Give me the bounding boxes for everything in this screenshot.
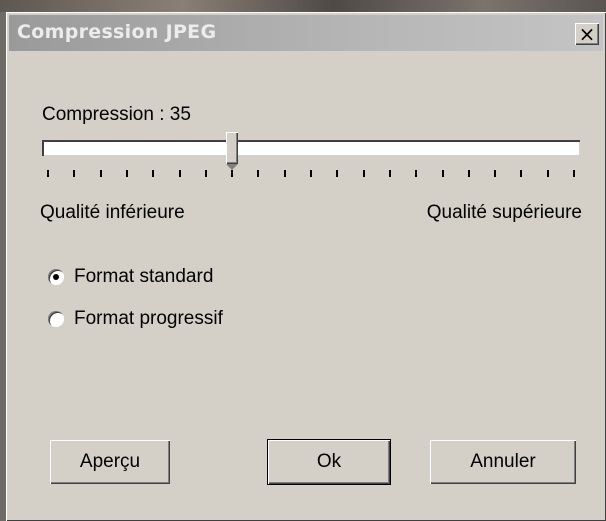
quality-low-label: Qualité inférieure bbox=[40, 202, 185, 223]
slider-tick bbox=[204, 170, 207, 177]
slider-tick bbox=[415, 170, 418, 177]
slider-tick bbox=[231, 170, 234, 177]
compression-slider-thumb[interactable] bbox=[226, 132, 239, 170]
slider-tick bbox=[47, 170, 49, 177]
slider-tick bbox=[441, 170, 444, 177]
background-strip bbox=[0, 0, 606, 12]
radio-circle-progressif[interactable] bbox=[48, 311, 64, 327]
slider-tick bbox=[388, 170, 391, 177]
radio-circle-standard[interactable] bbox=[48, 269, 64, 285]
dialog-title: Compression JPEG bbox=[17, 21, 217, 43]
slider-tick bbox=[152, 170, 155, 177]
jpeg-compression-dialog: Compression JPEG × Compression : 35 Qual… bbox=[6, 12, 606, 521]
quality-high-label: Qualité supérieure bbox=[426, 202, 582, 223]
slider-tick bbox=[73, 170, 76, 177]
compression-slider-track[interactable] bbox=[42, 140, 580, 156]
slider-tick bbox=[546, 170, 549, 177]
slider-tick bbox=[178, 170, 181, 177]
slider-tick bbox=[283, 170, 286, 177]
slider-tick bbox=[99, 170, 102, 177]
slider-tick bbox=[257, 170, 260, 177]
slider-tick bbox=[520, 170, 523, 177]
format-progressif-label: Format progressif bbox=[74, 308, 223, 329]
compression-label: Compression : 35 bbox=[42, 104, 191, 125]
format-standard-label: Format standard bbox=[74, 266, 214, 287]
close-button[interactable]: × bbox=[575, 23, 599, 45]
slider-tick bbox=[362, 170, 365, 177]
slider-tick bbox=[310, 170, 312, 177]
cancel-button[interactable]: Annuler bbox=[430, 440, 576, 484]
slider-ticks bbox=[6, 170, 606, 180]
slider-tick bbox=[494, 170, 497, 177]
radio-selected-dot bbox=[53, 274, 59, 280]
slider-tick bbox=[573, 170, 575, 177]
ok-button[interactable]: Ok bbox=[268, 440, 390, 484]
slider-tick bbox=[125, 170, 128, 177]
title-bar[interactable]: Compression JPEG × bbox=[9, 15, 603, 51]
slider-tick bbox=[467, 170, 470, 177]
close-icon: × bbox=[578, 22, 596, 46]
preview-button[interactable]: Aperçu bbox=[50, 440, 170, 484]
slider-tick bbox=[336, 170, 339, 177]
